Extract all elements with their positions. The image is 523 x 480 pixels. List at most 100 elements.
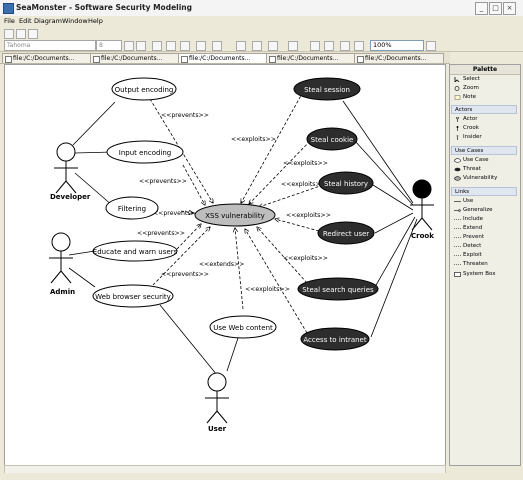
tab-label: file:/C:/Documents...	[277, 55, 339, 62]
usecase-filtering[interactable]: Filtering	[105, 196, 159, 220]
vulnerability-xss[interactable]: XSS vulnerability	[194, 203, 276, 227]
zoom-icon	[454, 86, 460, 91]
palette-item-use[interactable]: Use	[452, 197, 523, 206]
align-icon[interactable]	[196, 41, 206, 51]
palette-label: Zoom	[463, 85, 479, 91]
document-icon	[181, 56, 188, 63]
bold-icon[interactable]	[124, 41, 134, 51]
palette-item-vulnerability[interactable]: Vulnerability	[452, 174, 523, 183]
prevent-icon	[454, 237, 461, 238]
actor-head	[207, 372, 227, 392]
palette-group-links[interactable]: Links	[451, 187, 517, 196]
palette-tool-zoom[interactable]: Zoom	[452, 84, 523, 93]
tab-document-4[interactable]: file:/C:/Documents...	[266, 53, 356, 63]
threat-steal-cookie[interactable]: Steal cookie	[306, 127, 358, 151]
palette-label: Extend	[463, 225, 483, 231]
palette-item-insider[interactable]: Insider	[452, 133, 523, 142]
palette-item-prevent[interactable]: Prevent	[452, 233, 523, 242]
threat-access-intranet[interactable]: Access to intranet	[300, 327, 370, 351]
diagram-canvas[interactable]: <<prevents>> <<prevents>> <<prevents>> <…	[4, 64, 446, 466]
menu-help[interactable]: Help	[88, 17, 103, 25]
threat-label: Access to intranet	[303, 336, 366, 344]
palette-tool-select[interactable]: Select	[452, 75, 523, 84]
actor-label-admin: Admin	[50, 288, 75, 296]
crook-icon	[456, 126, 459, 131]
menu-edit[interactable]: Edit	[19, 17, 32, 25]
usecase-use-web-content[interactable]: Use Web content	[209, 315, 277, 339]
palette-tool-note[interactable]: Note	[452, 93, 523, 102]
menu-file[interactable]: File	[4, 17, 15, 25]
size-combo[interactable]: 8	[96, 40, 122, 51]
menu-diagram[interactable]: Diagram	[34, 17, 62, 25]
palette-item-exploit[interactable]: Exploit	[452, 251, 523, 260]
tab-document-2[interactable]: file:/C:/Documents...	[90, 53, 180, 63]
actor-user[interactable]	[205, 372, 229, 424]
document-icon	[5, 56, 12, 63]
threat-label: Steal cookie	[311, 136, 354, 144]
palette-item-threat[interactable]: Threat	[452, 165, 523, 174]
usecase-input-encoding[interactable]: Input encoding	[106, 140, 184, 164]
print-icon[interactable]	[28, 29, 38, 39]
palette-group-use-cases[interactable]: Use Cases	[451, 146, 517, 155]
arrow-style-icon[interactable]	[212, 41, 222, 51]
maximize-button[interactable]: □	[489, 2, 502, 15]
save-icon[interactable]	[16, 29, 26, 39]
label-exploits-1: <<exploits>>	[231, 136, 276, 143]
usecase-output-encoding[interactable]: Output encoding	[111, 77, 177, 101]
threat-steal-session[interactable]: Steal session	[293, 77, 361, 101]
palette-item-system-box[interactable]: System Box	[452, 270, 523, 279]
label-prevents-4: <<prevents>>	[137, 230, 185, 237]
palette-item-crook[interactable]: Crook	[452, 124, 523, 133]
threat-redirect-user[interactable]: Redirect user	[317, 221, 375, 245]
usecase-browser-security[interactable]: Web browser security	[92, 284, 174, 308]
actor-crook[interactable]	[410, 179, 434, 231]
connector-icon[interactable]	[310, 41, 320, 51]
palette-title: Palette	[450, 65, 520, 75]
usecase-label: Web browser security	[95, 293, 171, 301]
minimize-button[interactable]: _	[475, 2, 488, 15]
actor-admin[interactable]	[49, 232, 73, 284]
tab-document-5[interactable]: file:/C:/Documents...	[354, 53, 444, 63]
group-icon[interactable]	[288, 41, 298, 51]
rectangle-icon[interactable]	[354, 41, 364, 51]
palette-item-use-case[interactable]: Use Case	[452, 156, 523, 165]
new-icon[interactable]	[4, 29, 14, 39]
close-button[interactable]: ×	[503, 2, 516, 15]
label-exploits-2: <<exploits>>	[283, 160, 328, 167]
palette-label: Include	[463, 216, 484, 222]
menu-window[interactable]: Window	[62, 17, 88, 25]
palette-label: System Box	[463, 271, 496, 277]
palette-group-actors[interactable]: Actors	[451, 105, 517, 114]
tab-document-3[interactable]: file:/C:/Documents...	[178, 53, 268, 63]
tab-document-1[interactable]: file:/C:/Documents...	[2, 53, 92, 63]
select-all-icon[interactable]	[236, 41, 246, 51]
font-color-icon[interactable]	[152, 41, 162, 51]
distribute-icon[interactable]	[268, 41, 278, 51]
palette-item-actor[interactable]: Actor	[452, 115, 523, 124]
threat-steal-search-queries[interactable]: Steal search queries	[297, 277, 379, 301]
detect-icon	[454, 246, 461, 247]
line-width-icon[interactable]	[324, 41, 334, 51]
actor-head	[412, 179, 432, 199]
palette-item-detect[interactable]: Detect	[452, 242, 523, 251]
palette-item-include[interactable]: Include	[452, 215, 523, 224]
line-style-icon[interactable]	[340, 41, 350, 51]
palette-item-generalize[interactable]: Generalize	[452, 206, 523, 215]
palette-label: Vulnerability	[463, 175, 498, 181]
arrange-icon[interactable]	[252, 41, 262, 51]
line-color-icon[interactable]	[180, 41, 190, 51]
system-box-icon	[454, 272, 461, 277]
usecase-educate-users[interactable]: Educate and warn users	[92, 240, 178, 262]
zoom-combo[interactable]: 100%	[370, 40, 424, 51]
actor-leg	[206, 410, 218, 424]
actor-developer[interactable]	[54, 142, 78, 194]
fill-color-icon[interactable]	[166, 41, 176, 51]
italic-icon[interactable]	[136, 41, 146, 51]
palette-item-extend[interactable]: Extend	[452, 224, 523, 233]
zoom-in-icon[interactable]	[426, 41, 436, 51]
threat-steal-history[interactable]: Steal history	[318, 171, 374, 195]
font-combo[interactable]: Tahoma	[4, 40, 96, 51]
vulnerability-icon	[454, 176, 461, 181]
palette-item-threaten[interactable]: Threaten	[452, 260, 523, 269]
actor-leg	[216, 410, 228, 424]
